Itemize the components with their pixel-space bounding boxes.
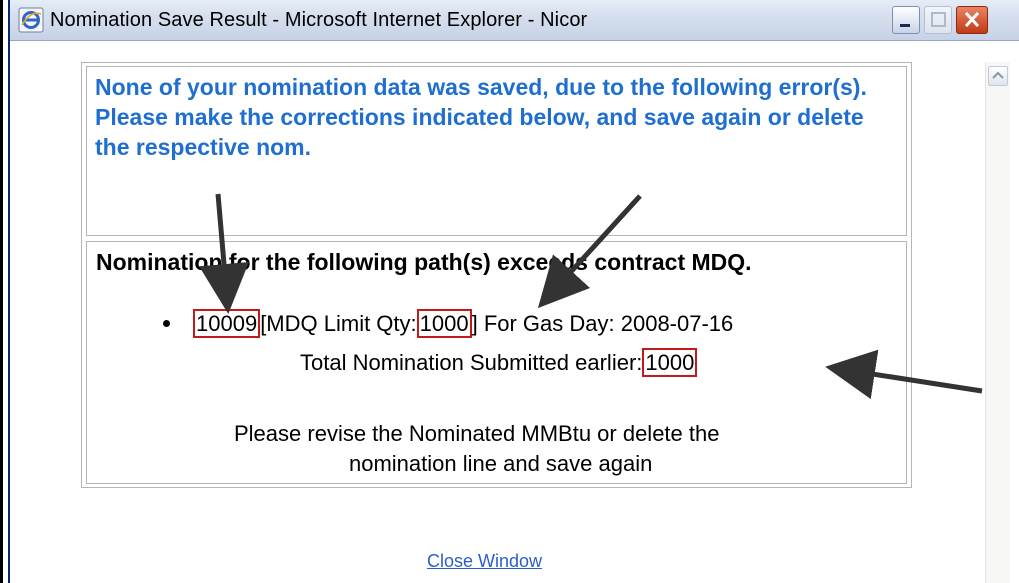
error-summary-text: None of your nomination data was saved, … [95, 74, 867, 160]
error-detail-line: 10009 [MDQ Limit Qty: 1000] For Gas Day: 2… [193, 309, 734, 338]
chevron-up-icon [992, 71, 1004, 79]
close-window-button[interactable] [956, 6, 988, 34]
bullet-icon [163, 320, 170, 327]
revise-instruction-line-1: Please revise the Nominated MMBtu or del… [234, 421, 720, 446]
page-edge [0, 0, 3, 583]
vertical-scrollbar[interactable] [985, 62, 1010, 583]
window-title: Nomination Save Result - Microsoft Inter… [50, 8, 588, 31]
submitted-value: 1000 [642, 348, 698, 377]
internet-explorer-icon [18, 7, 44, 33]
maximize-icon [931, 12, 946, 27]
close-window-link[interactable]: Close Window [427, 551, 542, 572]
mdq-prefix: [MDQ Limit Qty: [260, 311, 417, 336]
submitted-label: Total Nomination Submitted earlier: [300, 350, 643, 375]
error-heading: Nomination for the following path(s) exc… [96, 249, 752, 275]
maximize-button[interactable] [924, 6, 952, 34]
mdq-suffix: ] For Gas Day: 2008-07-16 [471, 311, 734, 336]
close-icon [964, 11, 980, 28]
minimize-button[interactable] [892, 6, 920, 34]
submitted-line: Total Nomination Submitted earlier: 1000 [300, 348, 698, 377]
title-bar[interactable]: Nomination Save Result - Microsoft Inter… [10, 0, 1019, 41]
revise-instruction-line-2: nomination line and save again [349, 451, 653, 476]
path-id-value: 10009 [193, 309, 261, 338]
minimize-icon [900, 24, 910, 27]
scroll-up-button[interactable] [988, 66, 1008, 86]
mdq-limit-value: 1000 [416, 309, 472, 338]
